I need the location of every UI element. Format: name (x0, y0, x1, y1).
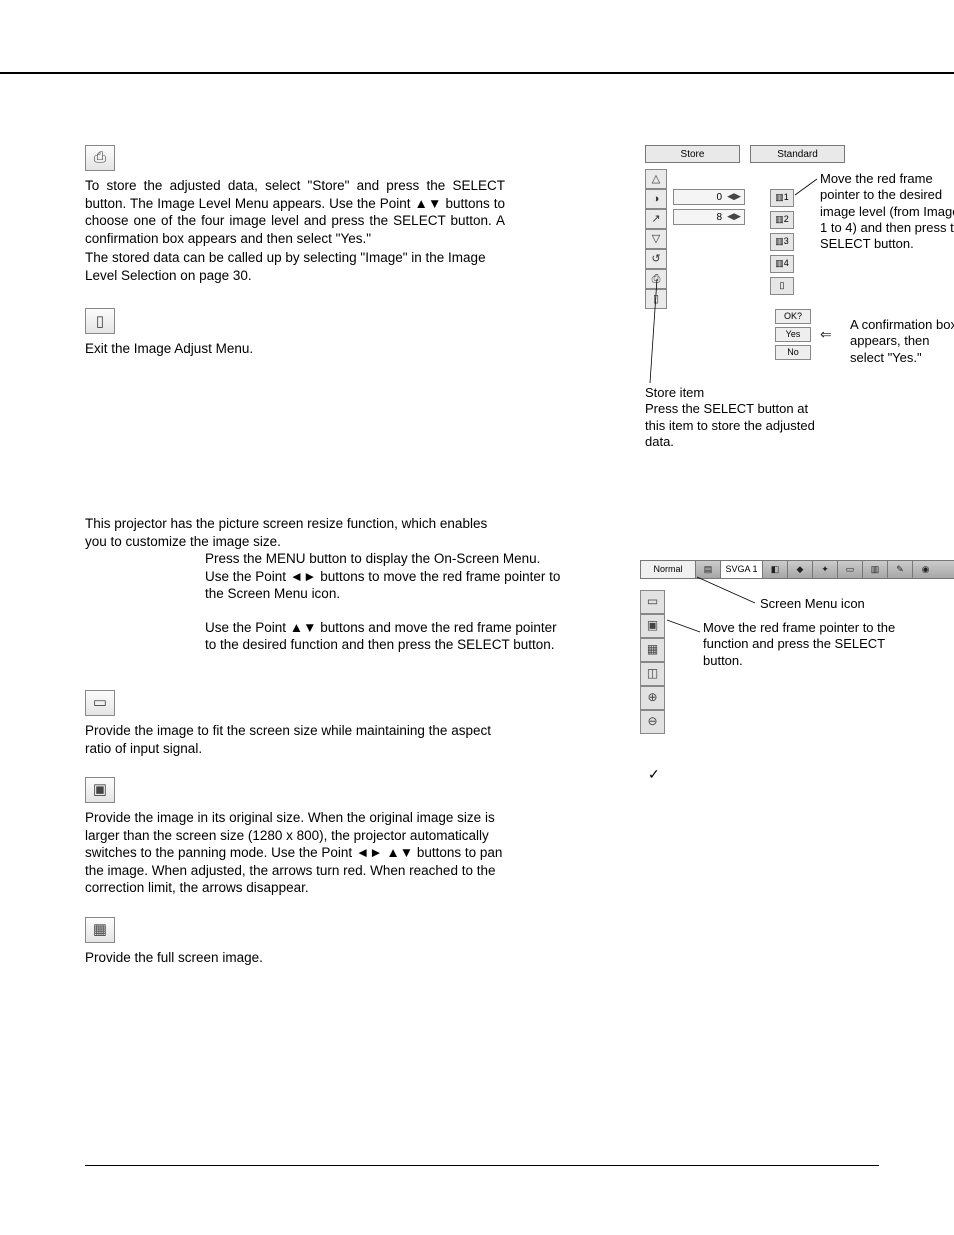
param-row-1: 0 ◀▶ (673, 189, 745, 205)
reset-icon: ↺ (645, 249, 667, 269)
up-arrow-icon: △ (645, 169, 667, 189)
sc-normal-icon: ▭ (640, 590, 665, 614)
menu-svga-label: SVGA 1 (721, 561, 763, 578)
caption-screen-menu-icon: Screen Menu icon (760, 596, 865, 612)
sc-true-icon: ▣ (640, 614, 665, 638)
ok-label: OK? (775, 309, 811, 324)
quit-menu-icon: ▯ (645, 289, 667, 309)
quit-icon: ▯ (85, 308, 115, 334)
param-val-2: 8 (674, 211, 724, 224)
caption-move-frame: Move the red frame pointer to the desire… (820, 171, 954, 252)
adjust-menu-column: △ ◑ ↗ ▽ ↺ ⎙ ▯ (645, 169, 667, 309)
check-icon: ✓ (648, 765, 660, 783)
caption-store-item: Store item Press the SELECT button at th… (645, 385, 825, 450)
menu-icon-6: ▥ (863, 561, 888, 578)
sc-zoom-out-icon: ⊖ (640, 710, 665, 734)
caption-confirm: A confirmation box appears, then select … (850, 317, 954, 366)
pointer-arrow-icon: ⇐ (820, 325, 832, 343)
menu-icon-1: ▤ (696, 561, 721, 578)
tab-store: Store (645, 145, 740, 163)
true-icon: ▣ (85, 777, 115, 803)
menu-icon-4: ✦ (813, 561, 838, 578)
image-level-4: ▥4 (770, 255, 794, 273)
caption-store-body: Press the SELECT button at this item to … (645, 401, 815, 449)
sc-zoom-in-icon: ⊕ (640, 686, 665, 710)
store-paragraph-1: To store the adjusted data, select "Stor… (85, 177, 505, 247)
menu-icon-8: ◉ (913, 561, 938, 578)
onscreen-menu-bar: Normal ▤ SVGA 1 ◧ ◆ ✦ ▭ ▥ ✎ ◉ (640, 560, 954, 579)
contrast-icon: ◑ (645, 189, 667, 209)
resize-intro: This projector has the picture screen re… (85, 515, 505, 550)
store-section: ⎙ To store the adjusted data, select "St… (85, 145, 515, 358)
image-level-1: ▥1 (770, 189, 794, 207)
step-1: Press the MENU button to display the On-… (205, 550, 565, 603)
rule-top (0, 72, 954, 74)
param-arrows-2: ◀▶ (724, 211, 744, 223)
yes-button: Yes (775, 327, 811, 342)
image-level-quit-icon: ▯ (770, 277, 794, 295)
param-arrows-1: ◀▶ (724, 191, 744, 203)
store-illustration: Store Standard △ ◑ ↗ ▽ ↺ ⎙ ▯ 0 ◀▶ 8 ◀▶ ▥… (645, 145, 954, 163)
menu-normal-label: Normal (641, 561, 696, 578)
menu-icon-2: ◧ (763, 561, 788, 578)
gamma-icon: ↗ (645, 209, 667, 229)
screen-menu-column: ▭ ▣ ▦ ◫ ⊕ ⊖ (640, 590, 665, 734)
caption-move-pointer: Move the red frame pointer to the functi… (703, 620, 903, 669)
step-2: Use the Point ▲▼ buttons and move the re… (205, 619, 565, 654)
no-button: No (775, 345, 811, 360)
screen-modes-section: ▭ Provide the image to fit the screen si… (85, 690, 515, 968)
sc-custom-icon: ◫ (640, 662, 665, 686)
store-paragraph-2: The stored data can be called up by sele… (85, 249, 505, 284)
param-val-1: 0 (674, 191, 724, 204)
screen-menu-illustration: Normal ▤ SVGA 1 ◧ ◆ ✦ ▭ ▥ ✎ ◉ ▭ ▣ ▦ ◫ ⊕ … (640, 560, 954, 579)
page-content: ⎙ To store the adjusted data, select "St… (85, 145, 875, 360)
tab-standard: Standard (750, 145, 845, 163)
param-row-2: 8 ◀▶ (673, 209, 745, 225)
sc-full-icon: ▦ (640, 638, 665, 662)
image-level-3: ▥3 (770, 233, 794, 251)
caption-store-head: Store item (645, 385, 704, 400)
store-icon: ⎙ (85, 145, 115, 171)
normal-text: Provide the image to fit the screen size… (85, 722, 505, 757)
menu-icon-5: ▭ (838, 561, 863, 578)
image-level-2: ▥2 (770, 211, 794, 229)
down-arrow-icon: ▽ (645, 229, 667, 249)
rule-bottom (85, 1165, 879, 1166)
normal-icon: ▭ (85, 690, 115, 716)
menu-icon-7: ✎ (888, 561, 913, 578)
quit-paragraph: Exit the Image Adjust Menu. (85, 340, 505, 358)
store-menu-icon: ⎙ (645, 269, 667, 289)
steps-block: Press the MENU button to display the On-… (205, 550, 595, 656)
full-icon: ▦ (85, 917, 115, 943)
true-text: Provide the image in its original size. … (85, 809, 515, 897)
full-text: Provide the full screen image. (85, 949, 505, 967)
menu-icon-3: ◆ (788, 561, 813, 578)
